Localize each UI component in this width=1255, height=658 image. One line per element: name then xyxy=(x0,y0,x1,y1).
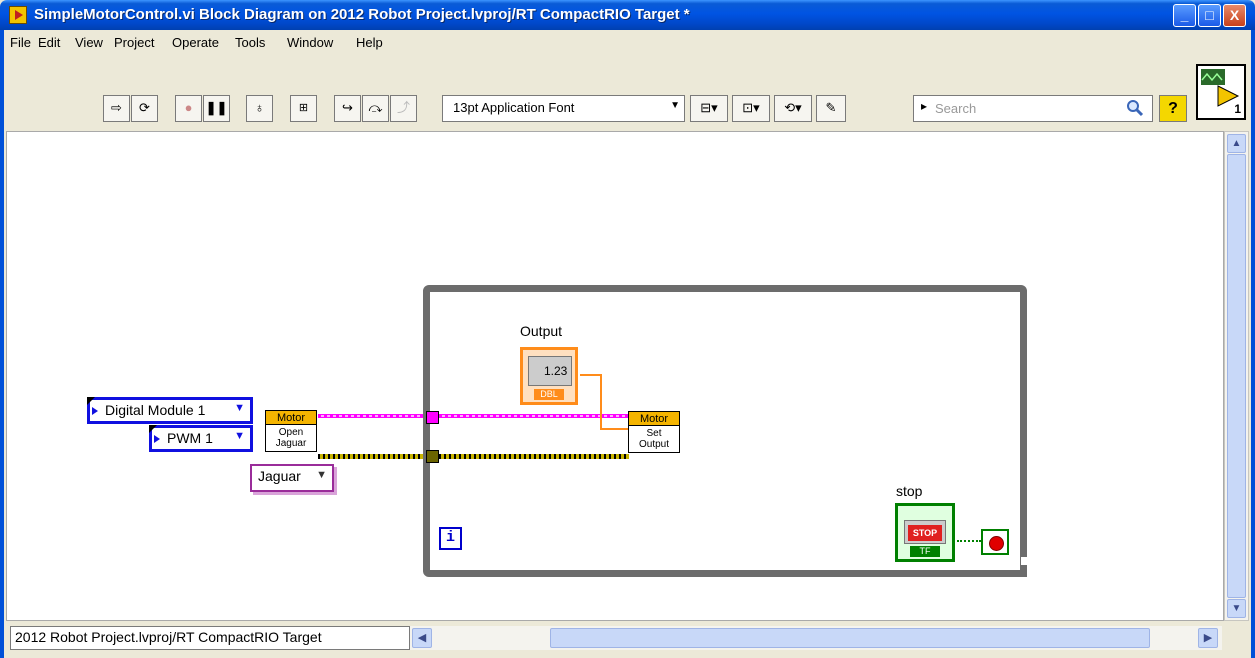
retain-wire-values-icon[interactable]: ⊞ xyxy=(290,95,317,122)
error-tunnel[interactable] xyxy=(426,450,439,463)
stop-label: stop xyxy=(896,483,923,499)
output-wire-h1 xyxy=(580,374,602,376)
digital-module-value: Digital Module 1 xyxy=(105,402,206,418)
horizontal-scroll-thumb[interactable] xyxy=(550,628,1150,648)
vertical-scrollbar[interactable]: ▲ ▼ xyxy=(1224,131,1249,621)
menu-edit[interactable]: Edit xyxy=(38,35,60,50)
output-wire-h2 xyxy=(600,428,628,430)
maximize-button[interactable]: □ xyxy=(1198,4,1221,27)
font-select[interactable]: 13pt Application Font ▼ xyxy=(442,95,685,122)
menu-window[interactable]: Window xyxy=(287,35,333,50)
output-wire-v xyxy=(600,374,602,430)
distribute-objects-icon[interactable]: ⊡▾ xyxy=(732,95,770,122)
stop-button-control[interactable]: STOP TF xyxy=(895,503,955,562)
step-into-icon[interactable]: ↪ xyxy=(334,95,361,122)
constant-corner-icon xyxy=(87,397,95,405)
horizontal-scrollbar[interactable]: ◀ ▶ xyxy=(410,626,1222,650)
search-expand-icon: ▸ xyxy=(921,99,928,113)
jaguar-value: Jaguar xyxy=(258,468,301,484)
refnum-wire xyxy=(318,414,428,418)
error-wire xyxy=(318,454,428,459)
status-bar: 2012 Robot Project.lvproj/RT CompactRIO … xyxy=(6,623,1249,653)
output-value: 1.23 xyxy=(544,364,568,378)
stop-wire xyxy=(957,540,981,542)
subvi-line2: Output xyxy=(638,439,670,450)
refnum-tunnel[interactable] xyxy=(426,411,439,424)
menu-project[interactable]: Project xyxy=(114,35,154,50)
window-frame-right xyxy=(1251,30,1255,658)
subvi-header: Motor xyxy=(266,411,316,425)
vi-icon-number: 1 xyxy=(1234,102,1241,116)
set-output-subvi[interactable]: Motor Set Output xyxy=(628,411,680,453)
scroll-down-icon[interactable]: ▼ xyxy=(1227,599,1246,618)
block-diagram-canvas[interactable]: i Digital Module 1 ▼ PWM 1 ▼ Jaguar ▼ Mo… xyxy=(6,131,1224,621)
subvi-line2: Jaguar xyxy=(275,438,307,449)
scroll-up-icon[interactable]: ▲ xyxy=(1227,134,1246,153)
highlight-execution-icon[interactable]: ♁ xyxy=(246,95,273,122)
menu-operate[interactable]: Operate xyxy=(172,35,219,50)
search-box[interactable]: ▸ Search xyxy=(913,95,1153,122)
output-numeric-control[interactable]: 1.23 DBL xyxy=(520,347,578,405)
pwm-value: PWM 1 xyxy=(167,430,213,446)
pause-icon[interactable]: ❚❚ xyxy=(203,95,230,122)
chevron-down-icon: ▼ xyxy=(234,402,245,414)
loop-condition-terminal[interactable] xyxy=(981,529,1009,555)
open-jaguar-subvi[interactable]: Motor Open Jaguar xyxy=(265,410,317,452)
reorder-icon[interactable]: ⟲▾ xyxy=(774,95,812,122)
minimize-button[interactable]: _ xyxy=(1173,4,1196,27)
pwm-ring[interactable]: PWM 1 ▼ xyxy=(149,425,253,452)
close-button[interactable]: X xyxy=(1223,4,1246,27)
error-wire-inner xyxy=(439,454,629,459)
iteration-terminal[interactable]: i xyxy=(439,527,462,550)
output-label: Output xyxy=(520,323,563,339)
search-icon[interactable] xyxy=(1126,99,1144,117)
font-select-value: 13pt Application Font xyxy=(453,100,575,115)
jaguar-enum[interactable]: Jaguar ▼ xyxy=(250,464,334,492)
while-loop-corner xyxy=(1021,557,1031,565)
clean-up-diagram-icon[interactable]: ✎ xyxy=(816,95,846,122)
tf-type-tag: TF xyxy=(910,546,940,557)
abort-icon[interactable]: ● xyxy=(175,95,202,122)
menu-bar: File Edit View Project Operate Tools Win… xyxy=(4,30,1191,57)
stop-button-face: STOP xyxy=(908,525,942,541)
menu-help[interactable]: Help xyxy=(356,35,383,50)
toolbar: ⇨ ⟳ ● ❚❚ ♁ ⊞ ↪ ⤼ ⤴ 13pt Application Font… xyxy=(4,57,1191,130)
run-arrow-icon[interactable]: ⇨ xyxy=(103,95,130,122)
menu-tools[interactable]: Tools xyxy=(235,35,265,50)
menu-view[interactable]: View xyxy=(75,35,103,50)
subvi-header: Motor xyxy=(629,412,679,426)
increment-icon xyxy=(92,407,98,415)
digital-module-ring[interactable]: Digital Module 1 ▼ xyxy=(87,397,253,424)
menu-file[interactable]: File xyxy=(10,35,31,50)
vertical-scroll-thumb[interactable] xyxy=(1227,154,1246,598)
vi-connector-icon[interactable]: 1 xyxy=(1196,64,1246,120)
scroll-left-icon[interactable]: ◀ xyxy=(412,628,432,648)
chevron-down-icon: ▼ xyxy=(670,100,680,111)
context-help-button[interactable]: ? xyxy=(1159,95,1187,122)
run-continuously-icon[interactable]: ⟳ xyxy=(131,95,158,122)
step-over-icon[interactable]: ⤼ xyxy=(362,95,389,122)
labview-app-icon xyxy=(9,6,27,24)
context-path[interactable]: 2012 Robot Project.lvproj/RT CompactRIO … xyxy=(10,626,410,650)
scroll-right-icon[interactable]: ▶ xyxy=(1198,628,1218,648)
chevron-down-icon: ▼ xyxy=(316,469,327,481)
subvi-line1: Open xyxy=(278,427,304,438)
subvi-line1: Set xyxy=(646,428,662,439)
window-title: SimpleMotorControl.vi Block Diagram on 2… xyxy=(34,6,690,23)
align-objects-icon[interactable]: ⊟▾ xyxy=(690,95,728,122)
constant-corner-icon xyxy=(149,425,157,433)
dbl-type-tag: DBL xyxy=(534,389,564,400)
step-out-icon[interactable]: ⤴ xyxy=(390,95,417,122)
search-input[interactable]: Search xyxy=(935,101,976,116)
increment-icon xyxy=(154,435,160,443)
title-bar[interactable]: SimpleMotorControl.vi Block Diagram on 2… xyxy=(0,0,1255,30)
chevron-down-icon: ▼ xyxy=(234,430,245,442)
